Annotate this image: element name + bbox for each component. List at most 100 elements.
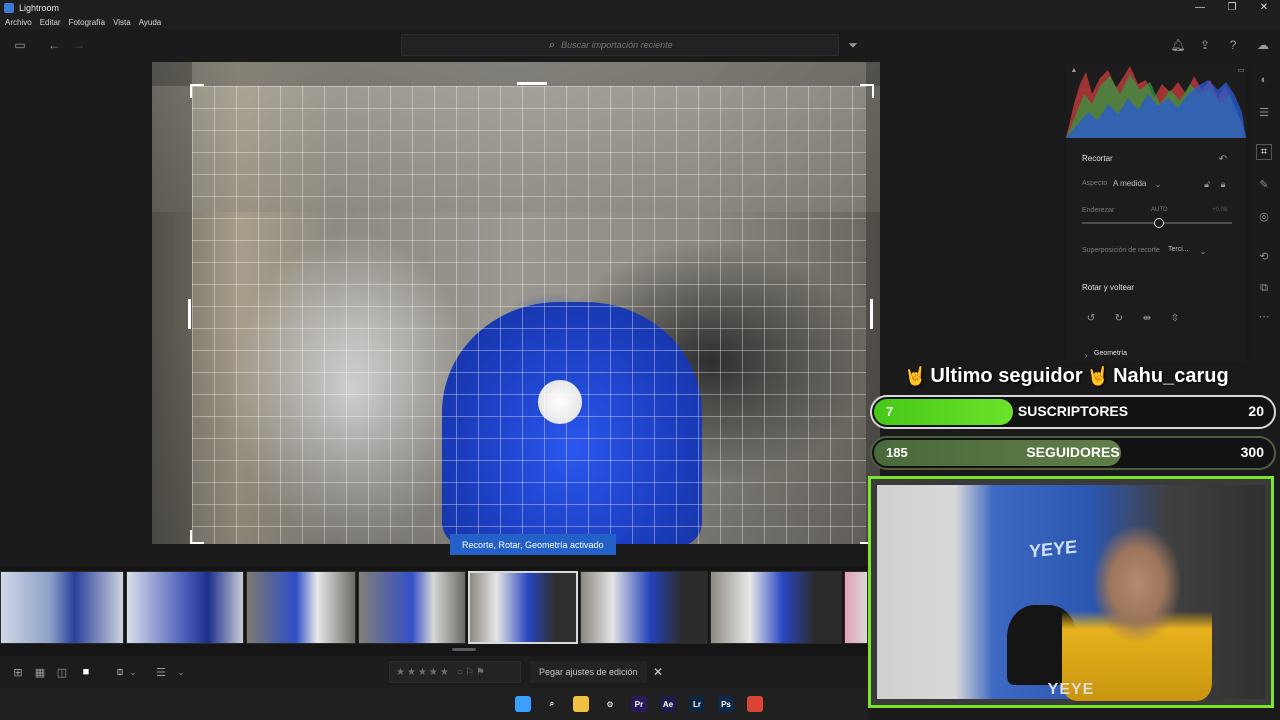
filmstrip-thumb[interactable] [126, 571, 244, 644]
rotate-left-icon[interactable]: ↺ [1084, 311, 1098, 325]
straighten-slider-handle[interactable] [1154, 218, 1164, 228]
edited-photo[interactable] [152, 62, 880, 544]
panel-toggle-icon[interactable]: ▭ [11, 37, 29, 53]
menu-vista[interactable]: Vista [113, 18, 131, 27]
flip-vertical-icon[interactable]: ⇳ [1168, 311, 1182, 325]
crop-handle-top-left[interactable] [190, 84, 204, 98]
webcam-frame: YEYE YEYE [868, 476, 1274, 708]
compare-view-icon[interactable]: ◫ [54, 665, 70, 679]
filmstrip-thumb[interactable] [710, 571, 842, 644]
crop-tool-icon[interactable]: ⌗ [1256, 144, 1272, 160]
detail-view-icon[interactable]: ■ [78, 665, 94, 679]
bell-icon[interactable]: 🔔︎ [1169, 37, 1187, 53]
straighten-label: Enderezar [1082, 207, 1115, 214]
lock-icon[interactable]: 🔒︎ [1216, 177, 1230, 191]
crop-handle-middle-top[interactable] [517, 82, 547, 85]
menu-editar[interactable]: Editar [40, 18, 61, 27]
webcam-feed: YEYE [877, 485, 1265, 701]
star-icon[interactable]: ★ [429, 667, 438, 678]
window-title: Lightroom [19, 2, 60, 13]
rating-control[interactable]: ★ ★ ★ ★ ★ ○ ⚐ ⚑ [389, 661, 521, 683]
followers-label: SEGUIDORES [1026, 444, 1120, 460]
window-controls: — ❐ ✕ [1184, 0, 1280, 15]
adjust-sliders-icon[interactable]: ☰ [1256, 104, 1272, 120]
search-input[interactable] [561, 40, 692, 50]
star-icon[interactable]: ★ [418, 667, 427, 678]
after-effects-icon[interactable]: Ae [660, 696, 676, 712]
search-icon[interactable]: ⌕ [544, 696, 560, 712]
healing-brush-icon[interactable]: ✎ [1256, 176, 1272, 192]
maximize-button[interactable]: ❐ [1216, 0, 1248, 15]
chevron-down-icon[interactable]: ⌄ [125, 665, 141, 679]
crop-handle-middle-left[interactable] [188, 299, 191, 329]
rotate-section-title: Rotar y voltear [1082, 283, 1135, 292]
reset-crop-icon[interactable]: ↶ [1216, 152, 1230, 166]
photoshop-icon[interactable]: Ps [718, 696, 734, 712]
masking-icon[interactable]: ◎ [1256, 208, 1272, 224]
list-icon[interactable]: ☰ [153, 665, 169, 679]
back-arrow-icon[interactable]: ← [45, 37, 63, 53]
geometry-section-title[interactable]: Geometría [1094, 350, 1127, 357]
presets-icon[interactable]: ◐ [1256, 72, 1272, 88]
crop-section-title: Recortar [1082, 154, 1113, 163]
close-icon[interactable]: ✕ [650, 664, 666, 680]
grid-view-icon[interactable]: ⊞ [10, 665, 26, 679]
filmstrip-thumb[interactable] [246, 571, 356, 644]
menu-ayuda[interactable]: Ayuda [139, 18, 162, 27]
straighten-auto-button[interactable]: AUTO [1151, 207, 1168, 213]
chevron-right-icon[interactable]: › [1079, 348, 1093, 362]
history-icon[interactable]: ⟲ [1256, 248, 1272, 264]
chevron-down-icon[interactable]: ⌄ [173, 665, 189, 679]
paste-edit-settings-button[interactable]: Pegar ajustes de edición [530, 661, 647, 683]
versions-icon[interactable]: ⧉ [1256, 280, 1272, 296]
forward-arrow-icon[interactable]: → [70, 37, 88, 53]
star-icon[interactable]: ★ [440, 667, 449, 678]
settings-icon[interactable]: ⚙ [602, 696, 618, 712]
star-icon[interactable]: ★ [407, 667, 416, 678]
aspect-dropdown[interactable]: A medida [1113, 179, 1146, 188]
histogram-clip-shadows-icon[interactable]: ▲ [1067, 63, 1081, 77]
flag-pick-icon[interactable]: ⚐ [465, 667, 474, 678]
filmstrip-thumb[interactable] [358, 571, 466, 644]
star-icon[interactable]: ★ [396, 667, 405, 678]
histogram-clip-highlights-icon[interactable]: ▭ [1234, 63, 1248, 77]
crop-grid-overlay [192, 86, 866, 544]
straighten-value[interactable]: +0,08 [1212, 207, 1227, 213]
filmstrip-thumb[interactable] [0, 571, 124, 644]
flag-reject-icon[interactable]: ⚑ [476, 667, 485, 678]
square-grid-icon[interactable]: ▦ [32, 665, 48, 679]
cloud-icon[interactable]: ☁ [1254, 37, 1272, 53]
filmstrip-thumb[interactable] [844, 571, 868, 644]
menu-fotografia[interactable]: Fotografía [69, 18, 105, 27]
unlock-icon[interactable]: 🔓︎ [1200, 177, 1214, 191]
file-explorer-icon[interactable] [573, 696, 589, 712]
last-follower-name: Nahu_carug [1113, 364, 1229, 387]
lightroom-icon[interactable]: Lr [689, 696, 705, 712]
filmstrip-scrollbar[interactable] [452, 648, 476, 651]
search-icon: ⌕ [548, 38, 556, 51]
minimize-button[interactable]: — [1184, 0, 1216, 15]
followers-goal-bar: 185 SEGUIDORES 300 [870, 436, 1276, 470]
photo-canvas[interactable] [0, 62, 880, 566]
menu-archivo[interactable]: Archivo [5, 18, 32, 27]
premiere-icon[interactable]: Pr [631, 696, 647, 712]
filmstrip-thumb[interactable] [580, 571, 708, 644]
flag-none-icon[interactable]: ○ [457, 667, 463, 678]
search-box[interactable]: ⌕ [401, 34, 839, 56]
help-icon[interactable]: ? [1224, 37, 1242, 53]
close-button[interactable]: ✕ [1248, 0, 1280, 15]
overlay-dropdown[interactable]: Terci... [1168, 246, 1189, 253]
share-icon[interactable]: ⇪ [1196, 37, 1214, 53]
aspect-label: Aspecto [1082, 180, 1108, 187]
crop-handle-bottom-left[interactable] [190, 530, 204, 544]
filter-icon[interactable]: ⏷ [844, 37, 862, 53]
rotate-right-icon[interactable]: ↻ [1112, 311, 1126, 325]
flip-horizontal-icon[interactable]: ⇹ [1140, 311, 1154, 325]
more-options-icon[interactable]: ⋯ [1256, 308, 1272, 324]
crop-handle-middle-right[interactable] [870, 299, 873, 329]
crop-handle-top-right[interactable] [860, 84, 874, 98]
chrome-icon[interactable] [747, 696, 763, 712]
windows-start-icon[interactable] [515, 696, 531, 712]
filmstrip-thumb-selected[interactable] [468, 571, 578, 644]
webcam-brand-label: YEYE [1047, 681, 1095, 698]
